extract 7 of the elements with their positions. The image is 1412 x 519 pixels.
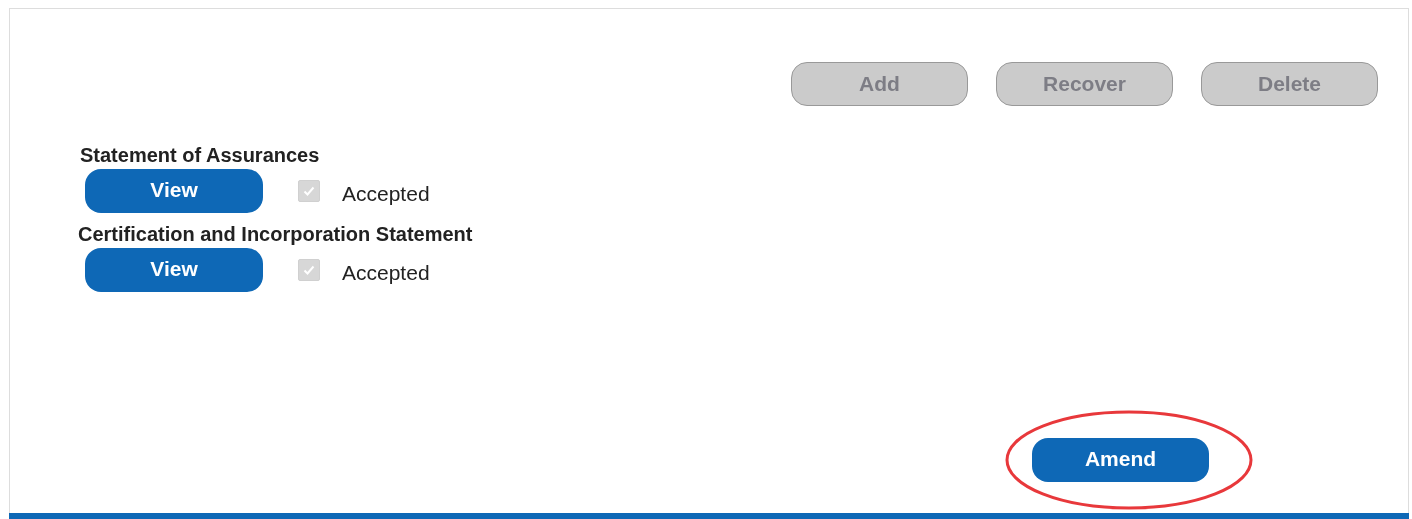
view-button[interactable]: View bbox=[85, 169, 263, 213]
statement-title: Statement of Assurances bbox=[80, 144, 321, 167]
checkbox-label: Accepted bbox=[342, 182, 430, 206]
amend-button[interactable]: Amend bbox=[1032, 438, 1209, 482]
view-button[interactable]: View bbox=[85, 248, 263, 292]
statement-title: Certification and Incorporation Statement bbox=[78, 223, 474, 246]
checkbox-label: Accepted bbox=[342, 261, 430, 285]
